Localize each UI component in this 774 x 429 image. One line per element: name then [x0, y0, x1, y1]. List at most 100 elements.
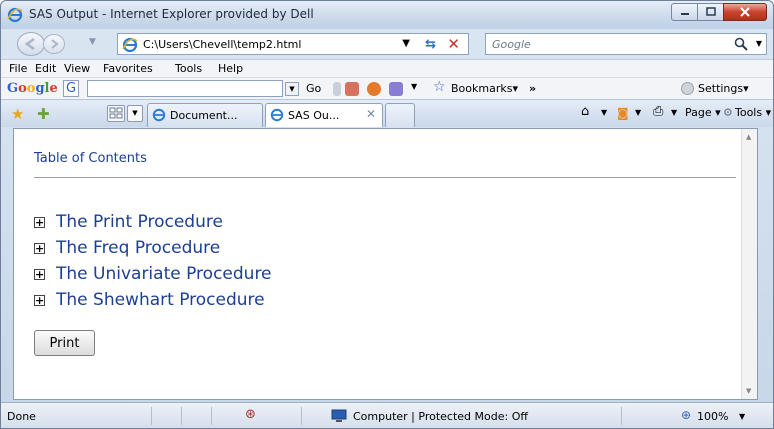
window-controls [671, 3, 767, 21]
bookmarks-menu[interactable]: Bookmarks▾ [451, 82, 518, 95]
forward-button[interactable] [43, 34, 65, 54]
menu-favorites[interactable]: Favorites [103, 62, 153, 75]
back-button[interactable] [17, 32, 45, 56]
search-input[interactable]: Google [492, 38, 531, 51]
close-tab-icon[interactable]: ✕ [366, 107, 376, 121]
toc-list: + The Print Procedure + The Freq Procedu… [34, 209, 272, 313]
toc-item-univariate: + The Univariate Procedure [34, 261, 272, 287]
tab-label: Document... [170, 109, 238, 122]
google-logo: Google [7, 81, 58, 96]
search-icon[interactable] [734, 37, 748, 51]
menu-file[interactable]: File [9, 62, 27, 75]
refresh-icon[interactable]: ⇆ [425, 37, 436, 52]
expand-icon[interactable]: + [34, 242, 45, 254]
status-divider [621, 407, 622, 425]
menu-tools[interactable]: Tools [175, 62, 202, 75]
separator-icon [333, 82, 341, 96]
security-zone-text: Computer | Protected Mode: Off [353, 410, 528, 423]
google-search-dropdown-icon[interactable]: ▼ [285, 82, 299, 96]
new-tab-button[interactable] [385, 103, 415, 127]
toolbar-dropdown-icon[interactable]: ▼ [411, 82, 417, 91]
page-menu[interactable]: Page ▾ [685, 106, 721, 119]
status-divider [211, 407, 212, 425]
scroll-up-icon[interactable]: ▲ [746, 133, 751, 141]
toc-title: Table of Contents [34, 151, 147, 166]
google-go-button[interactable]: Go [306, 82, 321, 95]
status-bar: Done ⊛ Computer | Protected Mode: Off ⊕ … [1, 402, 773, 428]
tools-menu[interactable]: Tools ▾ [735, 106, 771, 119]
scroll-down-icon[interactable]: ▼ [746, 387, 751, 395]
zoom-level[interactable]: 100% [697, 410, 728, 423]
expand-icon[interactable]: + [34, 268, 45, 280]
toc-link-shewhart[interactable]: The Shewhart Procedure [56, 290, 265, 310]
window-title: SAS Output - Internet Explorer provided … [29, 7, 314, 21]
print-dropdown-icon[interactable]: ▼ [671, 108, 677, 117]
toc-link-freq[interactable]: The Freq Procedure [56, 238, 220, 258]
tab-list-dropdown-icon[interactable]: ▼ [127, 105, 143, 122]
home-icon[interactable]: ⌂ [581, 104, 589, 119]
expand-icon[interactable]: + [34, 294, 45, 306]
popup-blocker-icon[interactable] [367, 82, 381, 96]
minimize-button[interactable] [671, 3, 697, 21]
address-input[interactable]: C:\Users\Chevell\temp2.html [143, 38, 301, 51]
close-icon [740, 7, 750, 17]
home-dropdown-icon[interactable]: ▼ [601, 108, 607, 117]
history-dropdown-icon[interactable]: ▼ [89, 37, 96, 47]
address-dropdown-icon[interactable]: ▼ [402, 38, 410, 49]
menu-view[interactable]: View [64, 62, 90, 75]
menu-help[interactable]: Help [218, 62, 243, 75]
quick-tabs-button[interactable] [107, 105, 125, 122]
google-g-menu-icon[interactable]: G [63, 80, 80, 97]
feeds-icon[interactable]: ◙ [617, 106, 629, 120]
tab-label: SAS Ou... [288, 109, 340, 122]
close-window-button[interactable] [723, 3, 767, 21]
back-arrow-icon [24, 37, 35, 51]
toc-link-print[interactable]: The Print Procedure [56, 212, 223, 232]
tools-menu-label: Tools [735, 106, 763, 119]
forward-arrow-icon [51, 39, 59, 49]
toc-link-univariate[interactable]: The Univariate Procedure [56, 264, 272, 284]
settings-menu[interactable]: Settings▾ [698, 82, 749, 95]
settings-label: Settings [698, 82, 744, 95]
bookmark-star-icon[interactable]: ☆ [433, 79, 446, 95]
news-icon[interactable] [345, 82, 359, 96]
spellcheck-icon[interactable] [389, 82, 403, 96]
menu-edit[interactable]: Edit [35, 62, 56, 75]
expand-icon[interactable]: + [34, 216, 45, 228]
computer-zone-icon [331, 409, 347, 422]
bookmarks-label: Bookmarks [451, 82, 513, 95]
minimize-icon [680, 13, 689, 15]
vertical-scrollbar[interactable]: ▲ ▼ [741, 129, 757, 399]
stop-icon[interactable]: ✕ [447, 35, 460, 53]
status-divider [301, 407, 302, 425]
title-bar: SAS Output - Internet Explorer provided … [1, 1, 773, 29]
address-bar[interactable]: C:\Users\Chevell\temp2.html ▼ ⇆ ✕ [117, 33, 469, 55]
navigation-bar: ▼ C:\Users\Chevell\temp2.html ▼ ⇆ ✕ Goog… [1, 29, 773, 59]
maximize-icon [705, 7, 716, 16]
favorites-center-icon[interactable]: ★ [11, 105, 24, 123]
browser-window: SAS Output - Internet Explorer provided … [0, 0, 774, 429]
tab-sas-output[interactable]: SAS Ou... ✕ [265, 103, 383, 127]
toc-item-freq: + The Freq Procedure [34, 235, 272, 261]
toc-item-print: + The Print Procedure [34, 209, 272, 235]
zoom-icon: ⊕ [681, 408, 692, 422]
printer-icon[interactable]: ⎙ [653, 104, 663, 119]
search-dropdown-icon[interactable]: ▼ [756, 39, 762, 48]
privacy-icon[interactable]: ⊛ [245, 407, 256, 422]
search-box[interactable]: Google ▼ [485, 33, 767, 55]
add-favorite-icon[interactable]: ✚ [37, 105, 50, 123]
zoom-dropdown-icon[interactable]: ▼ [739, 412, 745, 421]
google-toolbar: Google G ▼ Go ▼ ☆ Bookmarks▾ » Settings▾ [1, 77, 773, 99]
menu-bar: File Edit View Favorites Tools Help [1, 59, 773, 77]
page-menu-label: Page [685, 106, 712, 119]
tab-ie-icon [152, 108, 166, 122]
maximize-button[interactable] [697, 3, 723, 21]
feeds-dropdown-icon[interactable]: ▼ [635, 108, 641, 117]
google-search-input[interactable] [87, 80, 283, 97]
tab-document[interactable]: Document... [147, 103, 263, 127]
print-button[interactable]: Print [34, 330, 95, 356]
tab-bar: ★ ✚ ▼ Document... SAS Ou... ✕ ⌂ ▼ ◙ ▼ ⎙ … [1, 99, 773, 127]
status-text: Done [7, 410, 36, 423]
toc-item-shewhart: + The Shewhart Procedure [34, 287, 272, 313]
toolbar-overflow[interactable]: » [529, 82, 536, 95]
